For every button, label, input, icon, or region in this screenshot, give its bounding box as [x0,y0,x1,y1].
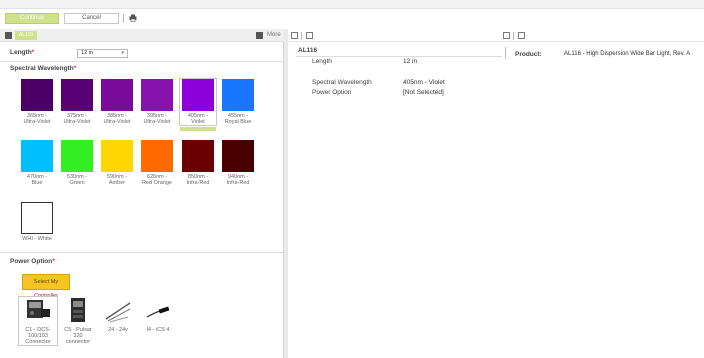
wavelength-option[interactable]: 470nm - Blue [19,140,55,186]
controller-c1-icon [27,300,50,318]
wavelength-option[interactable]: 365nm - Ultra-Violet [19,79,55,125]
ics4-cable-icon [146,306,170,318]
detail-title: AL116 [298,47,318,54]
color-swatch [222,79,254,111]
wavelength-option[interactable]: 375nm - Ultra-Violet [59,79,95,125]
collapse-icon[interactable] [5,32,12,39]
length-value: 12 in [81,50,93,56]
color-swatch [222,140,254,172]
power-option[interactable]: C5 - Pulsar 320 connector [59,297,97,345]
controller-c5-icon [71,298,85,322]
wavelength-option-sublabel: Violet [191,119,205,125]
wavelength-option-sublabel: Ultra-Violet [103,119,131,125]
divider [505,47,506,59]
wavelength-option-sublabel: Amber [108,180,126,186]
required-marker: * [73,65,77,72]
print-icon[interactable] [129,14,137,22]
tab-al116[interactable]: AL116 [15,31,37,40]
length-select[interactable]: 12 in ▾ [77,49,128,58]
length-label-text: Length [10,49,32,56]
more-icon[interactable] [256,32,263,39]
wavelength-option-sublabel: Royal Blue [224,119,252,125]
window-icon[interactable] [291,32,298,39]
color-swatch [21,140,53,172]
configuration-pane: AL116 More Length* 12 in ▾ Spectral Wave… [0,29,284,358]
wavelength-option-sublabel: Red Orange [142,180,172,186]
spectral-wavelength-label-text: Spectral Wavelength [10,65,74,72]
cancel-button[interactable]: Cancel [64,13,119,24]
power-option[interactable]: 24 - 24v [99,297,137,333]
select-my-controller-button[interactable]: Select My Controller [22,274,70,299]
divider [0,252,284,253]
wavelength-option-sublabel: Ultra-Violet [63,119,91,125]
popout-icon[interactable] [518,32,525,39]
wavelength-option[interactable]: 455nm - Royal Blue [220,79,256,125]
power-option-label: Power Option* [10,258,55,265]
wavelength-option-sublabel: Infra-Red [226,180,250,186]
chevron-down-icon: ▾ [121,50,124,56]
wavelength-option[interactable]: 625nm - Red Orange [139,140,175,186]
flying-leads-icon [105,302,131,323]
product-value: AL116 - High Dispersion Wide Bar Light, … [564,51,691,57]
color-swatch [141,79,173,111]
detail-value-power-option: [Not Selected] [403,89,444,96]
product-label: Product: [515,51,542,58]
detail-value-spectral-wavelength: 405nm - Violet [403,79,445,86]
divider [296,56,502,57]
wavelength-option[interactable]: 850nm - Infra-Red [180,140,216,186]
spectral-wavelength-label: Spectral Wavelength* [10,65,76,72]
tab-bar: AL116 More [0,29,284,42]
top-band [0,0,704,9]
wavelength-option[interactable]: 385nm - Ultra-Violet [99,79,135,125]
color-swatch [182,140,214,172]
wavelength-option[interactable]: 940nm - Infra-Red [220,140,256,186]
wavelength-option[interactable]: 530nm - Green [59,140,95,186]
selected-indicator [180,127,216,131]
color-swatch [61,79,93,111]
color-swatch [101,140,133,172]
required-marker: * [31,49,35,56]
wavelength-option[interactable]: 590nm - Amber [99,140,135,186]
wavelength-option[interactable]: WHI - White [19,202,55,242]
toolbar-divider [123,14,124,23]
wavelength-option-sublabel: Green [69,180,85,186]
power-option-label: connector [65,339,91,345]
wavelength-option[interactable]: 405nm - Violet [179,78,217,131]
divider [0,61,284,62]
wavelength-option[interactable]: 395nm - Ultra-Violet [139,79,175,125]
color-swatch [21,79,53,111]
length-label: Length* [10,49,34,56]
detail-key-spectral-wavelength: Spectral Wavelength [312,79,372,86]
color-swatch [21,202,53,234]
color-swatch [141,140,173,172]
toolbar-divider [513,32,514,40]
power-option-label-text: Power Option [10,258,53,265]
power-option-label: 24 - 24v [108,327,128,333]
required-marker: * [52,258,55,265]
color-swatch [101,79,133,111]
power-option-label: Connector [25,339,51,345]
popout-icon[interactable] [306,32,313,39]
toolbar-divider [301,32,302,40]
power-option-label: I4 - iCS 4 [146,327,170,333]
document-icon[interactable] [503,32,510,39]
detail-key-power-option: Power Option [312,89,352,96]
detail-key-length: Length [312,58,332,65]
wavelength-option-sublabel: Ultra-Violet [143,119,171,125]
color-swatch [61,140,93,172]
detail-toolbar [288,29,704,42]
toolbar: Continue Cancel [0,10,704,25]
detail-value-length: 12 in [403,58,418,65]
pane-splitter[interactable] [284,29,288,358]
wavelength-option-sublabel: Ultra-Violet [23,119,51,125]
power-option[interactable]: I4 - iCS 4 [139,297,177,333]
continue-button[interactable]: Continue [5,13,59,24]
color-swatch [182,79,214,111]
wavelength-option-label: WHI - White [22,236,52,242]
power-option[interactable]: C1 - DCS- 100/103 Connector [18,296,58,346]
wavelength-option-sublabel: Infra-Red [186,180,210,186]
more-link[interactable]: More [267,31,281,40]
wavelength-option-sublabel: Blue [31,180,43,186]
